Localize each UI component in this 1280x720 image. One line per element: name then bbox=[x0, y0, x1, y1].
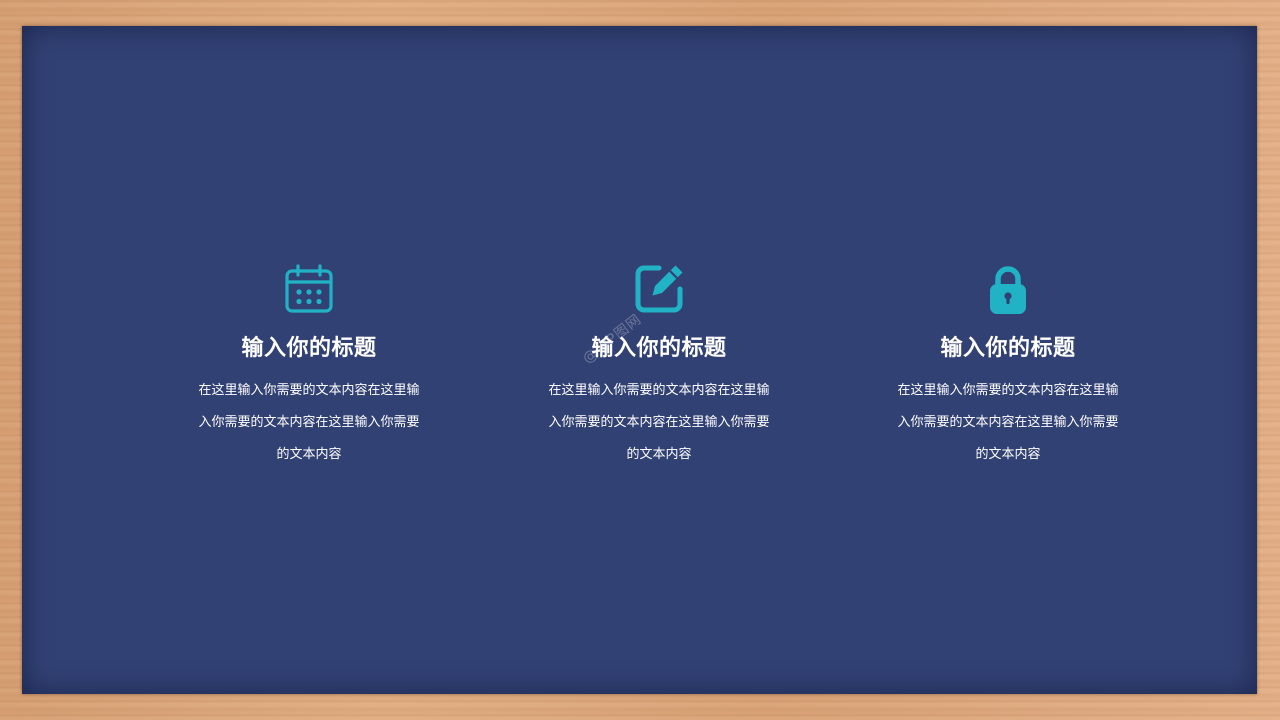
feature-item-calendar: 输入你的标题 在这里输入你需要的文本内容在这里输入你需要的文本内容在这里输入你需… bbox=[189, 262, 429, 471]
feature-title: 输入你的标题 bbox=[591, 336, 727, 361]
feature-description: 在这里输入你需要的文本内容在这里输入你需要的文本内容在这里输入你需要的文本内容 bbox=[198, 383, 420, 462]
feature-item-lock: 输入你的标题 在这里输入你需要的文本内容在这里输入你需要的文本内容在这里输入你需… bbox=[888, 262, 1128, 471]
calendar-icon bbox=[282, 262, 336, 316]
edit-icon bbox=[632, 262, 686, 316]
feature-description: 在这里输入你需要的文本内容在这里输入你需要的文本内容在这里输入你需要的文本内容 bbox=[897, 383, 1119, 462]
feature-title: 输入你的标题 bbox=[940, 336, 1076, 361]
feature-description: 在这里输入你需要的文本内容在这里输入你需要的文本内容在这里输入你需要的文本内容 bbox=[548, 383, 770, 462]
feature-title: 输入你的标题 bbox=[241, 336, 377, 361]
lock-icon bbox=[981, 262, 1035, 316]
chalkboard-panel: 输入你的标题 在这里输入你需要的文本内容在这里输入你需要的文本内容在这里输入你需… bbox=[22, 26, 1257, 694]
feature-list: 输入你的标题 在这里输入你需要的文本内容在这里输入你需要的文本内容在这里输入你需… bbox=[22, 26, 1257, 694]
feature-item-edit: 输入你的标题 在这里输入你需要的文本内容在这里输入你需要的文本内容在这里输入你需… bbox=[539, 262, 779, 471]
